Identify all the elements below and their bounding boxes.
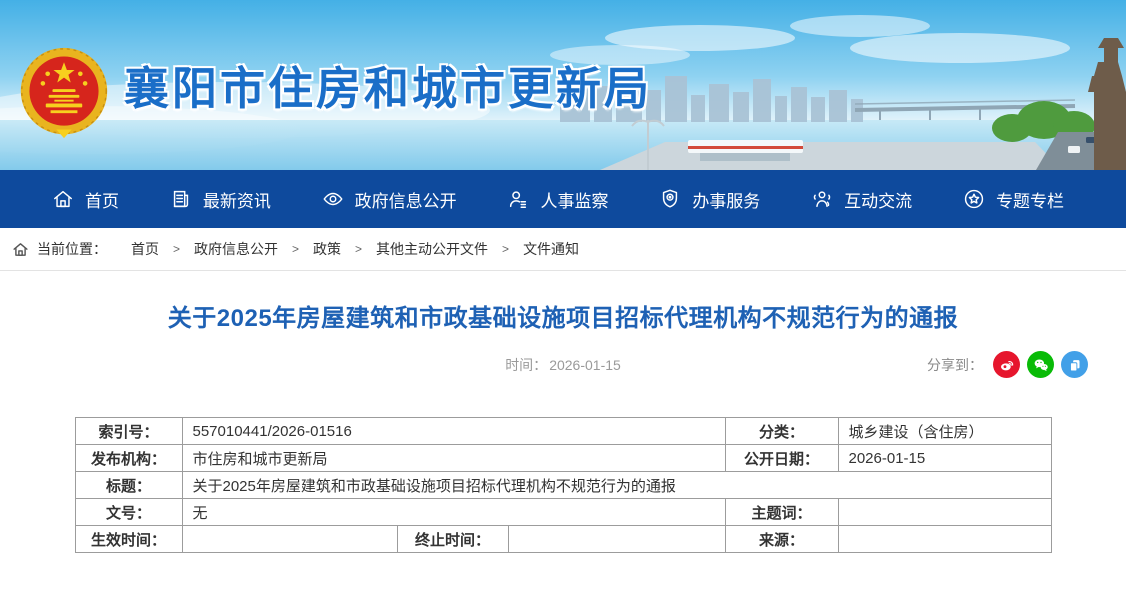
end-date-value — [508, 526, 725, 553]
breadcrumb-item-home[interactable]: 首页 — [131, 239, 159, 259]
doc-title-value: 关于2025年房屋建筑和市政基础设施项目招标代理机构不规范行为的通报 — [182, 472, 1051, 499]
keywords-label: 主题词： — [725, 499, 838, 526]
publish-date-label: 公开日期： — [725, 445, 838, 472]
nav-label: 人事监察 — [540, 187, 608, 212]
table-row: 发布机构： 市住房和城市更新局 公开日期： 2026-01-15 — [75, 445, 1051, 472]
keywords-value — [838, 499, 1051, 526]
nav-label: 首页 — [85, 187, 119, 212]
nav-label: 互动交流 — [844, 187, 912, 212]
breadcrumb-separator: > — [173, 242, 180, 256]
breadcrumb-item-policy[interactable]: 政策 — [313, 239, 341, 259]
doc-number-label: 文号： — [75, 499, 182, 526]
breadcrumb-prefix: 当前位置： — [37, 239, 107, 259]
share-label: 分享到： — [927, 355, 983, 375]
copy-icon — [1066, 356, 1084, 374]
article-meta: 时间：2026-01-15 分享到： — [0, 350, 1126, 380]
effective-date-label: 生效时间： — [75, 526, 182, 553]
time-label: 时间： — [505, 357, 547, 373]
doc-title-label: 标题： — [75, 472, 182, 499]
wechat-icon — [1032, 356, 1050, 374]
nav-label: 政府信息公开 — [355, 187, 457, 212]
site-banner: 襄阳市住房和城市更新局 — [0, 0, 1126, 170]
category-value: 城乡建设（含住房） — [838, 418, 1051, 445]
page: 襄阳市住房和城市更新局 首页 最新资讯 政府信息公开 人事监察 办事服务 互动交… — [0, 0, 1126, 589]
time-value: 2026-01-15 — [549, 357, 621, 373]
effective-date-value — [182, 526, 397, 553]
weibo-share-button[interactable] — [993, 351, 1020, 378]
publisher-value: 市住房和城市更新局 — [182, 445, 725, 472]
nav-item-personnel[interactable]: 人事监察 — [507, 187, 608, 212]
nav-item-interaction[interactable]: 互动交流 — [811, 187, 912, 212]
national-emblem-icon — [16, 42, 112, 144]
category-label: 分类： — [725, 418, 838, 445]
table-row: 标题： 关于2025年房屋建筑和市政基础设施项目招标代理机构不规范行为的通报 — [75, 472, 1051, 499]
publish-date-value: 2026-01-15 — [838, 445, 1051, 472]
shield-icon — [659, 188, 681, 210]
breadcrumb-separator: > — [502, 242, 509, 256]
end-date-label: 终止时间： — [397, 526, 508, 553]
index-number-label: 索引号： — [75, 418, 182, 445]
wechat-share-button[interactable] — [1027, 351, 1054, 378]
breadcrumb: 当前位置： 首页 > 政府信息公开 > 政策 > 其他主动公开文件 > 文件通知 — [0, 228, 1126, 271]
nav-label: 最新资讯 — [203, 187, 271, 212]
nav-item-gov-info[interactable]: 政府信息公开 — [322, 187, 457, 212]
share-bar: 分享到： — [927, 351, 1088, 378]
breadcrumb-item-gov-info[interactable]: 政府信息公开 — [194, 239, 278, 259]
copy-link-share-button[interactable] — [1061, 351, 1088, 378]
home-icon — [52, 188, 74, 210]
doc-number-value: 无 — [182, 499, 725, 526]
nav-label: 办事服务 — [692, 187, 760, 212]
table-row: 生效时间： 终止时间： 来源： — [75, 526, 1051, 553]
table-row: 文号： 无 主题词： — [75, 499, 1051, 526]
article-title: 关于2025年房屋建筑和市政基础设施项目招标代理机构不规范行为的通报 — [60, 298, 1066, 333]
nav-label: 专题专栏 — [996, 187, 1064, 212]
nav-item-topics[interactable]: 专题专栏 — [963, 187, 1064, 212]
document-info-table: 索引号： 557010441/2026-01516 分类： 城乡建设（含住房） … — [75, 417, 1052, 553]
nav-item-news[interactable]: 最新资讯 — [170, 187, 271, 212]
site-title: 襄阳市住房和城市更新局 — [124, 52, 652, 117]
nav-item-home[interactable]: 首页 — [52, 187, 119, 212]
source-value — [838, 526, 1051, 553]
table-row: 索引号： 557010441/2026-01516 分类： 城乡建设（含住房） — [75, 418, 1051, 445]
source-label: 来源： — [725, 526, 838, 553]
person-icon — [507, 188, 529, 210]
main-nav: 首页 最新资讯 政府信息公开 人事监察 办事服务 互动交流 专题专栏 — [0, 170, 1126, 228]
nav-item-services[interactable]: 办事服务 — [659, 187, 760, 212]
star-icon — [963, 188, 985, 210]
weibo-icon — [998, 356, 1016, 374]
breadcrumb-item-doc-notice[interactable]: 文件通知 — [523, 239, 579, 259]
breadcrumb-item-other-public-docs[interactable]: 其他主动公开文件 — [376, 239, 488, 259]
index-number-value: 557010441/2026-01516 — [182, 418, 725, 445]
breadcrumb-separator: > — [292, 242, 299, 256]
breadcrumb-separator: > — [355, 242, 362, 256]
breadcrumb-home-icon — [12, 241, 29, 258]
eye-icon — [322, 188, 344, 210]
news-icon — [170, 188, 192, 210]
publisher-label: 发布机构： — [75, 445, 182, 472]
chat-people-icon — [811, 188, 833, 210]
